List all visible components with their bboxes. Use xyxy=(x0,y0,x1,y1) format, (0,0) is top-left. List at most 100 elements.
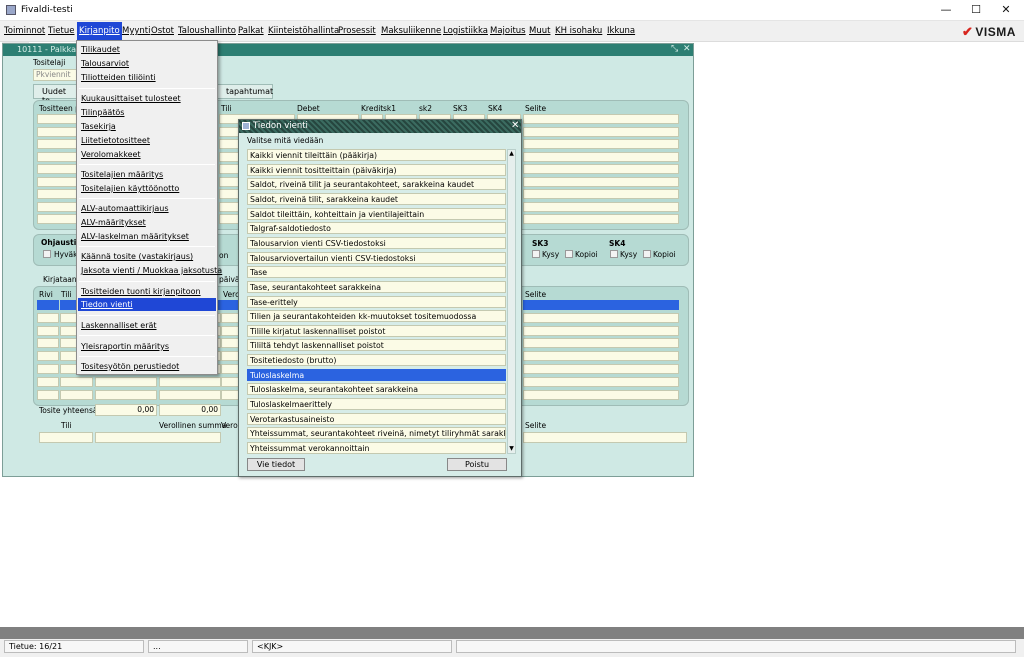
voucher-cell[interactable] xyxy=(523,164,679,174)
row-cell[interactable] xyxy=(37,325,59,336)
tab-uudet[interactable]: Uudet to xyxy=(33,84,79,105)
export-option[interactable]: Yhteissummat verokannoittain xyxy=(247,442,506,454)
row-cell[interactable] xyxy=(37,364,59,374)
export-option[interactable]: Tilille kirjatut laskennalliset poistot xyxy=(247,324,506,337)
voucher-cell[interactable] xyxy=(523,201,679,212)
menu-item-alv-automaattikirjaus[interactable]: ALV-automaattikirjaus xyxy=(81,204,169,213)
row-cell[interactable] xyxy=(37,351,59,362)
menu-logistiikka[interactable]: Logistiikka xyxy=(443,26,488,36)
row-cell[interactable] xyxy=(523,351,679,362)
menu-item-yleisraportin-maaritys[interactable]: Yleisraportin määritys xyxy=(81,342,169,351)
menu-majoitus[interactable]: Majoitus xyxy=(490,26,526,36)
menu-item-laskennalliset-erat[interactable]: Laskennalliset erät xyxy=(81,321,157,330)
menu-item-tiliotteiden-tilionti[interactable]: Tiliotteiden tiliöinti xyxy=(81,73,156,82)
menu-item-tilinpaatos[interactable]: Tilinpäätös xyxy=(81,108,124,117)
row-cell[interactable] xyxy=(60,389,93,400)
row-cell[interactable] xyxy=(95,376,157,387)
export-option[interactable]: Verotarkastusaineisto xyxy=(247,412,506,425)
menu-item-talousarviot[interactable]: Talousarviot xyxy=(81,59,129,68)
menu-ostot[interactable]: Ostot xyxy=(151,26,174,36)
row-cell[interactable] xyxy=(523,389,679,400)
tab-tapahtumat[interactable]: tapahtumat xyxy=(217,84,273,99)
export-option[interactable]: Tuloslaskelma, seurantakohteet sarakkein… xyxy=(247,383,506,396)
export-option[interactable]: Tase xyxy=(247,266,506,279)
menu-tietue[interactable]: Tietue xyxy=(48,26,74,36)
export-option[interactable]: Tuloslaskelma xyxy=(247,368,506,381)
menu-item-alv-maaritykset[interactable]: ALV-määritykset xyxy=(81,218,146,227)
export-option[interactable]: Yhteissummat, seurantakohteet riveinä, n… xyxy=(247,427,506,440)
menu-toiminnot[interactable]: Toiminnot xyxy=(4,26,45,36)
voucher-cell[interactable] xyxy=(523,214,679,224)
menu-item-liitetietotositteet[interactable]: Liitetietotositteet xyxy=(81,136,150,145)
menu-item-jaksota-vienti[interactable]: Jaksota vienti / Muokkaa jaksotusta xyxy=(81,266,222,275)
export-option[interactable]: Tuloslaskelmaerittely xyxy=(247,398,506,411)
menu-item-tositelajien-maaritys[interactable]: Tositelajien määritys xyxy=(81,170,163,179)
form-close-icon[interactable]: ✕ xyxy=(683,44,691,54)
menu-item-tositesyoton-perustiedot[interactable]: Tositesyötön perustiedot xyxy=(81,362,179,371)
scroll-down-icon[interactable]: ▼ xyxy=(508,445,515,453)
export-option[interactable]: Saldot, riveinä tilit, sarakkeina kaudet xyxy=(247,192,506,205)
menu-taloushallinto[interactable]: Taloushallinto xyxy=(178,26,236,36)
menu-ikkuna[interactable]: Ikkuna xyxy=(607,26,635,36)
voucher-cell[interactable] xyxy=(523,189,679,199)
export-option[interactable]: Talgraf-saldotiedosto xyxy=(247,222,506,235)
hyvaksy-checkbox[interactable] xyxy=(43,250,51,258)
export-button[interactable]: Vie tiedot xyxy=(247,458,305,471)
sk4-kopioi-checkbox[interactable] xyxy=(643,250,651,258)
sk3-kysy-checkbox[interactable] xyxy=(532,250,540,258)
row-cell[interactable] xyxy=(159,376,221,387)
row-cell[interactable] xyxy=(523,376,679,387)
form-restore-icon[interactable]: ⤡ xyxy=(671,44,678,54)
row-cell[interactable] xyxy=(523,338,679,349)
export-option[interactable]: Talousarviovertailun vienti CSV-tiedosto… xyxy=(247,251,506,264)
sk3-kopioi-checkbox[interactable] xyxy=(565,250,573,258)
menu-item-tasekirja[interactable]: Tasekirja xyxy=(81,122,116,131)
menu-kh-isohaku[interactable]: KH isohaku xyxy=(555,26,602,36)
menu-item-tilikaudet[interactable]: Tilikaudet xyxy=(81,45,120,54)
poistu-button[interactable]: Poistu xyxy=(447,458,507,471)
row-cell[interactable] xyxy=(37,338,59,349)
row-cell[interactable] xyxy=(37,300,59,310)
menu-muut[interactable]: Muut xyxy=(529,26,550,36)
menu-kirjanpito[interactable]: Kirjanpito xyxy=(77,22,122,41)
row-cell[interactable] xyxy=(60,376,93,387)
menu-item-kuukausittaiset-tulosteet[interactable]: Kuukausittaiset tulosteet xyxy=(81,94,181,103)
menu-item-kaanna-tosite[interactable]: Käännä tosite (vastakirjaus) xyxy=(81,252,193,261)
menu-item-alv-laskelman-maaritykset[interactable]: ALV-laskelman määritykset xyxy=(81,232,189,241)
voucher-cell[interactable] xyxy=(523,139,679,149)
export-option[interactable]: Tase-erittely xyxy=(247,295,506,308)
menu-kiinteistohallinta[interactable]: Kiinteistöhallinta xyxy=(268,26,339,36)
voucher-cell[interactable] xyxy=(523,151,679,162)
menu-item-verolomakkeet[interactable]: Verolomakkeet xyxy=(81,150,141,159)
menu-item-tiedon-vienti[interactable]: Tiedon vienti xyxy=(81,300,133,309)
menu-prosessit[interactable]: Prosessit xyxy=(338,26,376,36)
export-option[interactable]: Tositetiedosto (brutto) xyxy=(247,354,506,367)
voucher-cell[interactable] xyxy=(523,114,679,124)
row-cell[interactable] xyxy=(37,376,59,387)
row-cell[interactable] xyxy=(523,325,679,336)
menu-palkat[interactable]: Palkat xyxy=(238,26,264,36)
menu-item-tositelajien-kayttoonotto[interactable]: Tositelajien käyttöönotto xyxy=(81,184,179,193)
menu-item-tositteiden-tuonti[interactable]: Tositteiden tuonti kirjanpitoon xyxy=(81,287,201,296)
row-cell[interactable] xyxy=(37,389,59,400)
row-cell[interactable] xyxy=(37,312,59,323)
close-button[interactable]: ✕ xyxy=(998,3,1014,17)
row-cell[interactable] xyxy=(523,312,679,323)
sk4-kysy-checkbox[interactable] xyxy=(610,250,618,258)
bottom-tili-field[interactable] xyxy=(39,432,93,443)
export-option[interactable]: Kaikki viennit tositteittain (päiväkirja… xyxy=(247,163,506,176)
bottom-selite-field[interactable] xyxy=(523,432,687,443)
scroll-up-icon[interactable]: ▲ xyxy=(508,150,515,158)
export-option[interactable]: Kaikki viennit tileittäin (pääkirja) xyxy=(247,149,506,161)
export-option[interactable]: Tililtä tehdyt laskennalliset poistot xyxy=(247,339,506,352)
export-option[interactable]: Talousarvion vienti CSV-tiedostoksi xyxy=(247,236,506,249)
dialog-close-icon[interactable]: ✕ xyxy=(511,120,519,131)
voucher-cell[interactable] xyxy=(523,176,679,187)
export-option[interactable]: Saldot, riveinä tilit ja seurantakohteet… xyxy=(247,178,506,191)
menu-maksuliikenne[interactable]: Maksuliikenne xyxy=(381,26,441,36)
export-option[interactable]: Tilien ja seurantakohteiden kk-muutokset… xyxy=(247,310,506,323)
maximize-button[interactable]: ☐ xyxy=(968,3,984,17)
bottom-summa-field[interactable] xyxy=(95,432,221,443)
voucher-cell[interactable] xyxy=(523,126,679,137)
minimize-button[interactable]: — xyxy=(938,3,954,17)
